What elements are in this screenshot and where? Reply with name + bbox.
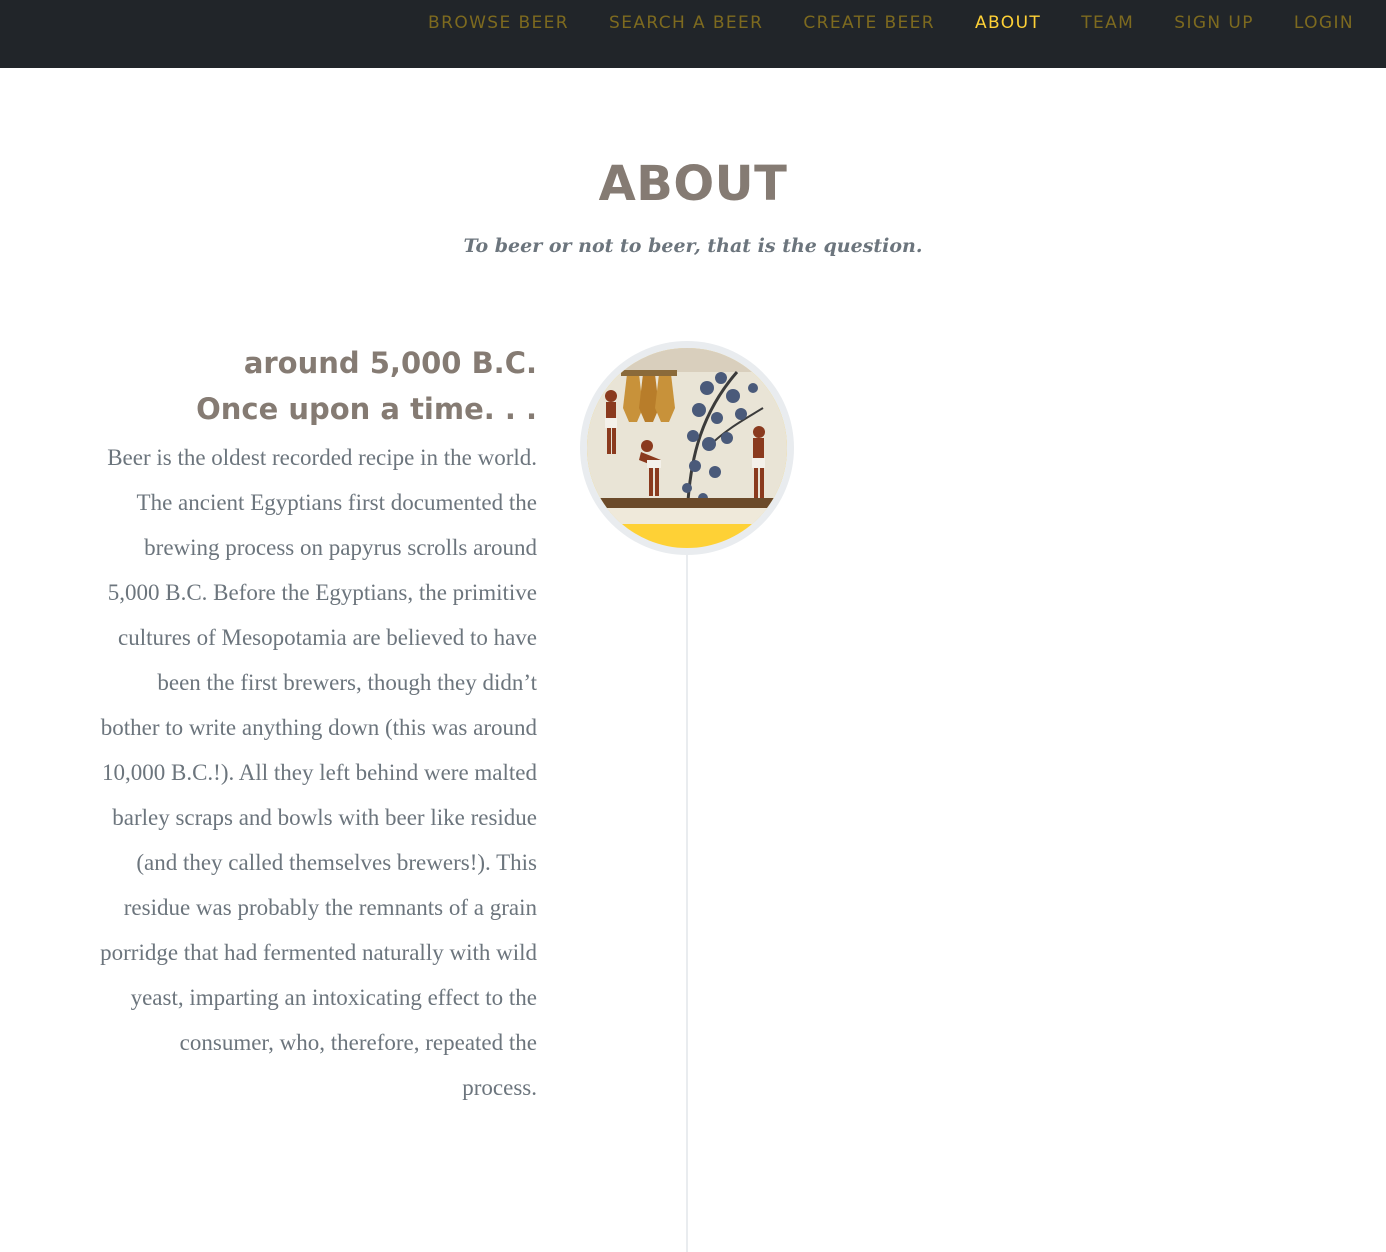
page-subtitle: To beer or not to beer, that is the ques… [463, 235, 923, 257]
nav-menu: BROWSE BEER SEARCH A BEER CREATE BEER AB… [388, 0, 1354, 46]
nav-link-login[interactable]: LOGIN [1294, 13, 1354, 33]
nav-link-browse-beer[interactable]: BROWSE BEER [428, 13, 569, 33]
timeline-heading: around 5,000 B.C. Once upon a time. . . [100, 340, 537, 432]
nav-link-create-beer[interactable]: CREATE BEER [803, 13, 935, 33]
egyptian-mural-illustration [587, 348, 787, 524]
egyptian-mural-image [587, 348, 787, 548]
nav-link-team[interactable]: TEAM [1081, 13, 1134, 33]
timeline-line [686, 552, 688, 1252]
nav-link-search-a-beer[interactable]: SEARCH A BEER [609, 13, 763, 33]
nav-link-sign-up[interactable]: SIGN UP [1174, 13, 1254, 33]
timeline-title: Once upon a time. . . [196, 392, 537, 426]
timeline-date: around 5,000 B.C. [243, 346, 537, 380]
timeline-image [580, 341, 794, 555]
navbar: BROWSE BEER SEARCH A BEER CREATE BEER AB… [0, 0, 1386, 68]
page-title: ABOUT [598, 156, 788, 212]
timeline-body: Beer is the oldest recorded recipe in th… [100, 445, 537, 1100]
nav-link-about[interactable]: ABOUT [975, 13, 1041, 33]
